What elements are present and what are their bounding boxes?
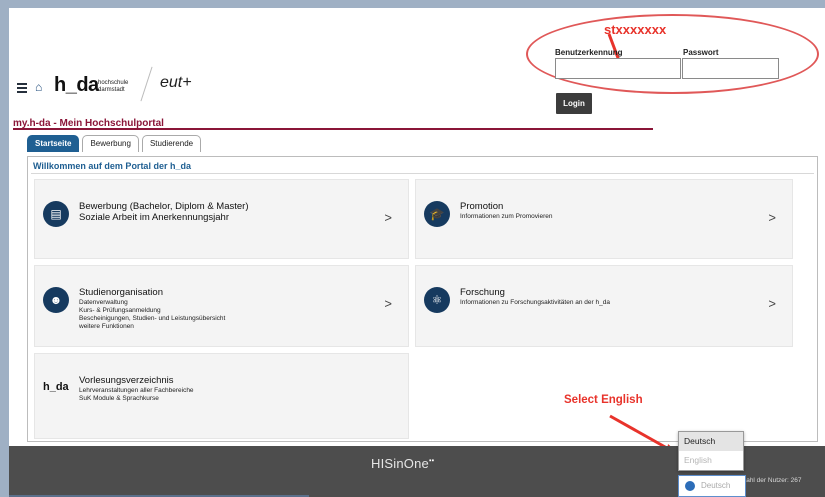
card-promotion-lines: Informationen zum Promovieren — [460, 213, 553, 221]
page-header: ⌂ h_da hochschule darmstadt eut+ stxxxxx… — [9, 8, 825, 118]
tab-startseite[interactable]: Startseite — [27, 135, 80, 152]
card-forschung-lines: Informationen zu Forschungsaktivitäten a… — [460, 299, 610, 307]
welcome-heading: Willkommen auf dem Portal der h_da — [33, 161, 191, 171]
card-studienorganisation-title: Studienorganisation — [79, 287, 163, 298]
username-label: Benutzerkennung — [555, 48, 623, 57]
tab-studierende[interactable]: Studierende — [141, 135, 202, 152]
graduation-cap-icon: 🎓 — [424, 201, 450, 227]
card-promotion-line: Informationen zum Promovieren — [460, 213, 553, 220]
card-bewerbung-title-line2: Soziale Arbeit im Anerkennungsjahr — [79, 212, 229, 223]
hisinone-mark-icon: ▪▪ — [428, 457, 435, 465]
password-input[interactable] — [682, 58, 779, 79]
language-selected-value: Deutsch — [701, 481, 731, 490]
username-input[interactable] — [555, 58, 681, 79]
globe-icon — [685, 481, 695, 491]
chevron-right-icon: > — [384, 210, 392, 225]
portal-tabs: Startseite Bewerbung Studierende — [27, 135, 202, 152]
card-promotion-title: Promotion — [460, 201, 504, 212]
logo-divider — [140, 66, 153, 102]
welcome-divider — [31, 173, 814, 174]
hda-logo-subtitle-line1: hochschule — [98, 80, 129, 86]
card-studienorganisation-line: Bescheinigungen, Studien- und Leistungsü… — [79, 315, 226, 322]
hisinone-brand: HISinOne — [371, 456, 429, 471]
card-forschung[interactable]: ⚛ Forschung Informationen zu Forschungsa… — [415, 265, 793, 347]
card-studienorganisation-line: weitere Funktionen — [79, 323, 134, 330]
card-studienorganisation-line: Kurs- & Prüfungsanmeldung — [79, 307, 161, 314]
tab-bewerbung[interactable]: Bewerbung — [82, 135, 139, 152]
people-icon: ☻ — [43, 287, 69, 313]
language-dropdown-menu: Deutsch English — [678, 431, 744, 471]
login-button[interactable]: Login — [556, 93, 592, 114]
card-bewerbung-title: Bewerbung (Bachelor, Diplom & Master) So… — [79, 201, 249, 223]
card-forschung-line: Informationen zu Forschungsaktivitäten a… — [460, 299, 610, 306]
hda-logo-icon: h_da — [43, 381, 69, 393]
card-promotion[interactable]: 🎓 Promotion Informationen zum Promoviere… — [415, 179, 793, 259]
language-option-english[interactable]: English — [679, 451, 743, 470]
annotation-select-english: Select English — [564, 394, 643, 406]
language-option-deutsch[interactable]: Deutsch — [679, 432, 743, 451]
browser-frame: ⌂ h_da hochschule darmstadt eut+ stxxxxx… — [9, 8, 825, 497]
title-divider — [13, 128, 653, 130]
password-label: Passwort — [683, 48, 719, 57]
document-icon: ▤ — [43, 201, 69, 227]
card-vorlesungsverzeichnis-lines: Lehrveranstaltungen aller Fachbereiche S… — [79, 387, 194, 403]
portal-panel: Willkommen auf dem Portal der h_da ▤ Bew… — [27, 156, 818, 442]
language-select[interactable]: Deutsch — [678, 475, 746, 497]
hda-logo[interactable]: h_da — [54, 74, 99, 97]
hisinone-logo: HISinOne▪▪ — [371, 456, 434, 471]
microscope-icon: ⚛ — [424, 287, 450, 313]
card-vorlesungsverzeichnis-line: Lehrveranstaltungen aller Fachbereiche — [79, 387, 194, 394]
chevron-right-icon: > — [768, 296, 776, 311]
hamburger-menu-icon[interactable] — [17, 83, 27, 93]
card-vorlesungsverzeichnis[interactable]: h_da Vorlesungsverzeichnis Lehrveranstal… — [34, 353, 409, 439]
card-studienorganisation[interactable]: ☻ Studienorganisation Datenverwaltung Ku… — [34, 265, 409, 347]
card-studienorganisation-line: Datenverwaltung — [79, 299, 128, 306]
hda-logo-subtitle: hochschule darmstadt — [98, 80, 128, 94]
chevron-right-icon: > — [384, 296, 392, 311]
card-bewerbung[interactable]: ▤ Bewerbung (Bachelor, Diplom & Master) … — [34, 179, 409, 259]
card-vorlesungsverzeichnis-title: Vorlesungsverzeichnis — [79, 375, 174, 386]
card-bewerbung-title-line1: Bewerbung (Bachelor, Diplom & Master) — [79, 201, 249, 212]
card-vorlesungsverzeichnis-line: SuK Module & Sprachkurse — [79, 395, 159, 402]
home-icon[interactable]: ⌂ — [35, 80, 42, 94]
hda-logo-subtitle-line2: darmstadt — [98, 87, 125, 93]
eut-logo: eut+ — [160, 74, 192, 91]
card-studienorganisation-lines: Datenverwaltung Kurs- & Prüfungsanmeldun… — [79, 299, 225, 331]
chevron-right-icon: > — [768, 210, 776, 225]
card-forschung-title: Forschung — [460, 287, 505, 298]
